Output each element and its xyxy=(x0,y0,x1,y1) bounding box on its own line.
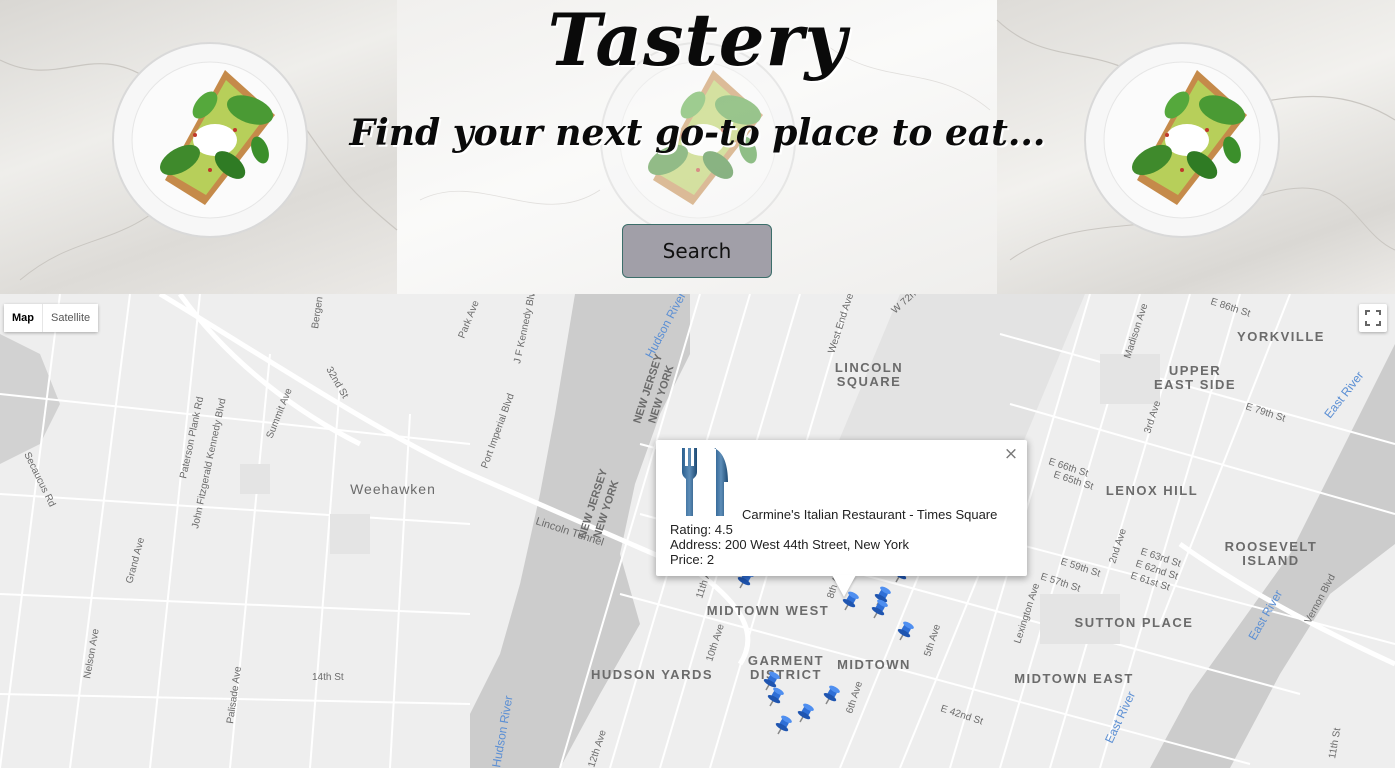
map-label-east-side: EAST SIDE xyxy=(1154,377,1236,392)
close-icon[interactable]: × xyxy=(1003,446,1019,463)
restaurant-pin-icon[interactable] xyxy=(894,620,916,644)
tagline: Find your next go-to place to eat... xyxy=(349,112,1046,154)
map-label-madison-ave: Madison Ave xyxy=(1122,302,1150,360)
map-label-6th-ave: 6th Ave xyxy=(844,680,865,715)
map-label-west-end-ave: West End Ave xyxy=(826,294,856,355)
map-label-2nd-ave: 2nd Ave xyxy=(1107,527,1129,565)
map-label-11th-st: 11th St xyxy=(1327,727,1343,760)
map-label-3rd-ave: 3rd Ave xyxy=(1142,399,1163,435)
map-label-palisade-ave: Palisade Ave xyxy=(225,665,244,724)
map-label-e-79th: E 79th St xyxy=(1244,401,1287,424)
map-label-hudson-yards: HUDSON YARDS xyxy=(591,667,713,682)
map-label-10th-ave: 10th Ave xyxy=(704,622,727,663)
map-label-east-river: East River xyxy=(1321,369,1366,421)
map-label-port-imperial: Port Imperial Blvd xyxy=(479,392,516,470)
restaurant-pin-icon[interactable] xyxy=(772,714,794,738)
restaurant-price: Price: 2 xyxy=(670,552,715,567)
restaurant-pin-icon[interactable] xyxy=(794,702,816,726)
map-type-satellite-button[interactable]: Satellite xyxy=(42,304,99,332)
map-label-5th-ave: 5th Ave xyxy=(922,623,943,658)
map-label-upper: UPPER xyxy=(1169,363,1221,378)
map-label-e-42nd: E 42nd St xyxy=(939,703,984,727)
map-label-square: SQUARE xyxy=(837,374,902,389)
map-label-12th-ave: 12th Ave xyxy=(586,728,609,768)
info-window-pointer xyxy=(832,575,856,597)
map-label-yorkville: YORKVILLE xyxy=(1237,329,1325,344)
map-label-sutton-place: SUTTON PLACE xyxy=(1075,615,1194,630)
restaurant-name: Carmine's Italian Restaurant - Times Squ… xyxy=(742,507,998,522)
page-title: Tastery xyxy=(547,0,848,82)
map-label-roosevelt: ROOSEVELT xyxy=(1225,539,1318,554)
map-type-control: Map Satellite xyxy=(4,304,99,332)
restaurant-rating: Rating: 4.5 xyxy=(670,522,733,537)
map-label-midtown-west: MIDTOWN WEST xyxy=(707,603,829,618)
map-label-jfk-blvd: J F Kennedy Blvd xyxy=(512,294,539,365)
map-label-lexington-ave: Lexington Ave xyxy=(1012,582,1042,645)
map-label-lincoln: LINCOLN xyxy=(835,360,903,375)
map-label-midtown: MIDTOWN xyxy=(837,657,911,672)
map-label-weehawken: Weehawken xyxy=(350,481,436,497)
restaurant-pin-icon[interactable] xyxy=(820,684,842,708)
map-label-bergen-tpk: Bergen Tpk xyxy=(310,294,328,329)
map-label-park-ave: Park Ave xyxy=(457,299,482,340)
map-label-district: DISTRICT xyxy=(750,667,822,682)
restaurant-address: Address: 200 West 44th Street, New York xyxy=(670,537,909,552)
map-label-island: ISLAND xyxy=(1242,553,1299,568)
map-label-14th-st: 14th St xyxy=(312,672,344,683)
map-label-lenox-hill: LENOX HILL xyxy=(1106,483,1198,498)
search-button[interactable]: Search xyxy=(622,224,772,278)
hero-banner: Tastery Find your next go-to place to ea… xyxy=(0,0,1395,294)
map-label-e-57th: E 57th St xyxy=(1039,571,1082,594)
map-label-grand-ave: Grand Ave xyxy=(124,536,147,585)
fork-knife-icon xyxy=(682,448,728,516)
map-label-midtown-east: MIDTOWN EAST xyxy=(1014,671,1134,686)
map-label-e-86th: E 86th St xyxy=(1209,296,1252,319)
fullscreen-button[interactable] xyxy=(1359,304,1387,332)
fullscreen-icon xyxy=(1365,310,1381,326)
map-label-garment: GARMENT xyxy=(748,653,824,668)
map-type-map-button[interactable]: Map xyxy=(4,304,42,332)
info-window: × Carmine's Italian Restaurant - Times S… xyxy=(656,440,1027,576)
